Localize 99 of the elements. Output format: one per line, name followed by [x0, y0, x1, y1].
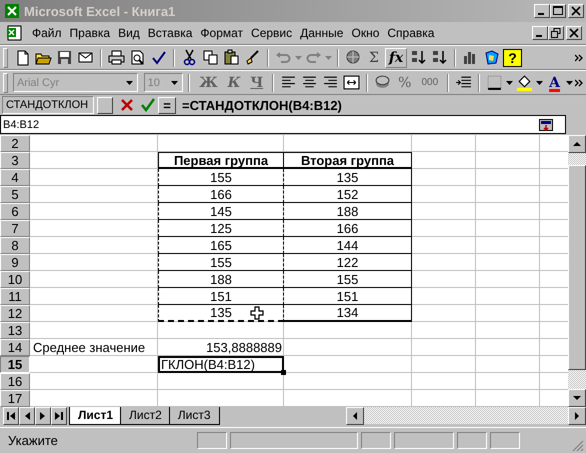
row-header[interactable]: 10 [0, 271, 30, 288]
scroll-left-icon[interactable] [346, 407, 364, 425]
copy-icon[interactable] [201, 48, 220, 67]
status-panel [361, 432, 391, 448]
scroll-up-icon[interactable] [568, 135, 586, 153]
sheet-tab[interactable]: Лист3 [168, 407, 220, 425]
table-cell: 134 [284, 305, 412, 322]
row-header[interactable]: 16 [0, 373, 30, 390]
save-icon[interactable] [55, 48, 74, 67]
table-cell: 144 [284, 237, 412, 254]
previous-sheet-icon[interactable] [19, 407, 35, 425]
first-sheet-icon[interactable] [3, 407, 19, 425]
row-header[interactable]: 11 [0, 288, 30, 305]
toolbar-button[interactable]: fx [384, 48, 408, 68]
fill-handle[interactable] [281, 370, 286, 375]
range-field[interactable]: B4:B12 [0, 115, 566, 134]
sort-descending-icon[interactable] [430, 48, 450, 67]
menu-item[interactable]: Файл [28, 26, 66, 40]
horizontal-scrollbar[interactable] [346, 407, 586, 424]
status-panel [457, 432, 487, 448]
table-cell: 135 [284, 169, 412, 186]
table-cell: 155 [158, 169, 284, 186]
table-cell: 125 [158, 220, 284, 237]
window-title: Microsoft Excel - Книга1 [24, 4, 176, 18]
font-size: 10 [146, 76, 161, 88]
close-button[interactable] [566, 26, 582, 40]
table-cell: 151 [284, 288, 412, 305]
row-header[interactable]: 9 [0, 254, 30, 271]
table-cell: 188 [284, 203, 412, 220]
status-panel [490, 432, 520, 448]
row-header[interactable]: 12 [0, 305, 30, 322]
sheet-tab[interactable]: Лист1 [69, 407, 122, 425]
menu-item[interactable]: Формат [196, 26, 248, 40]
spreadsheet-icon [4, 3, 20, 19]
row-header[interactable]: 8 [0, 237, 30, 254]
cursor-icon [250, 306, 264, 320]
cancel-icon[interactable] [120, 98, 134, 112]
minimize-button[interactable] [534, 4, 550, 18]
name-box-dropdown[interactable] [97, 96, 113, 114]
row-header[interactable]: 7 [0, 220, 30, 237]
status-text: Укажите [8, 432, 59, 448]
row-header[interactable]: 6 [0, 203, 30, 220]
row-header[interactable]: 17 [0, 390, 30, 407]
table-cell: Вторая группа [284, 152, 412, 169]
close-button[interactable] [568, 4, 584, 18]
more-icon[interactable] [575, 54, 583, 62]
menu-item[interactable]: Правка [66, 26, 114, 40]
status-panel [197, 432, 227, 448]
menu-item[interactable]: Вставка [144, 26, 196, 40]
menu-item[interactable]: Сервис [247, 26, 296, 40]
menu-item[interactable]: Вид [114, 26, 144, 40]
row-header[interactable]: 4 [0, 169, 30, 186]
minimize-button[interactable] [532, 26, 548, 40]
checkmark-icon[interactable] [141, 98, 155, 112]
row-header[interactable]: 14 [0, 339, 30, 356]
row-header[interactable]: 3 [0, 152, 30, 169]
edit-formula-button[interactable]: = [158, 96, 176, 114]
active-cell[interactable]: ГКЛОН(B4:B12) [158, 356, 284, 373]
table-cell: 165 [158, 237, 284, 254]
table-cell: 122 [284, 254, 412, 271]
paste-icon[interactable] [222, 48, 241, 67]
row-header[interactable]: 15 [0, 356, 30, 373]
menu-item[interactable]: Данные [296, 26, 348, 40]
table-cell: 155 [284, 271, 412, 288]
table-cell-text: 153,8888889 [205, 340, 283, 355]
sort-ascending-icon[interactable] [409, 48, 428, 67]
formula-text[interactable]: =СТАНДОТКЛОН(B4:B12) [182, 98, 342, 112]
scroll-down-icon[interactable] [568, 389, 586, 407]
table-cell: 166 [284, 220, 412, 237]
table-cell: 155 [158, 254, 284, 271]
status-panel [394, 432, 454, 448]
menu-item[interactable]: Справка [383, 26, 438, 40]
table-cell: 188 [158, 271, 284, 288]
resize-grip-icon[interactable] [572, 440, 584, 452]
maximize-button[interactable] [550, 4, 566, 18]
table-cell: 152 [284, 186, 412, 203]
workbook-icon [6, 25, 22, 41]
toolbar-button[interactable]: ? [503, 48, 522, 66]
vertical-scrollbar[interactable] [568, 135, 586, 407]
table-cell-text: Среднее значение [32, 340, 146, 355]
scroll-right-icon[interactable] [568, 407, 586, 425]
print-icon[interactable] [107, 48, 126, 67]
table-cell: 166 [158, 186, 284, 203]
row-header[interactable]: 2 [0, 135, 30, 152]
menu-item[interactable]: Окно [347, 26, 384, 40]
row-header[interactable]: 13 [0, 322, 30, 339]
sheet-tab[interactable]: Лист2 [120, 407, 171, 425]
toolbar-button[interactable]: Σ [365, 48, 383, 68]
scroll-thumb[interactable] [568, 165, 586, 370]
last-sheet-icon[interactable] [51, 407, 67, 425]
table-cell: Первая группа [158, 152, 284, 169]
table-cell: 145 [158, 203, 284, 220]
next-sheet-icon[interactable] [35, 407, 51, 425]
table-cell: 151 [158, 288, 284, 305]
font-name: Arial Cyr [16, 76, 60, 88]
restore-button[interactable] [548, 26, 564, 40]
row-header[interactable]: 5 [0, 186, 30, 203]
name-box[interactable]: СТАНДОТКЛОН [2, 96, 94, 114]
expand-dialog-icon[interactable] [539, 118, 553, 130]
